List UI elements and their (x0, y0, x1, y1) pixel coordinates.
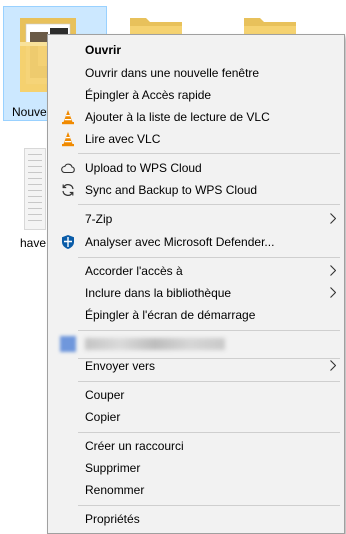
menu-separator (78, 505, 340, 506)
menu-item-label: Accorder l'accès à (85, 264, 183, 278)
menu-item-label: Ajouter à la liste de lecture de VLC (85, 110, 270, 124)
menu-item-blurred[interactable] (48, 333, 344, 355)
menu-item-label: Lire avec VLC (85, 132, 161, 146)
vlc-cone-icon (62, 132, 74, 147)
menu-item-label: Envoyer vers (85, 359, 156, 373)
menu-item-pin-quick-access[interactable]: Épingler à Accès rapide (48, 84, 344, 106)
menu-item-wps-sync[interactable]: Sync and Backup to WPS Cloud (48, 179, 344, 201)
menu-item-label: Épingler à Accès rapide (85, 88, 212, 102)
menu-item-label: Épingler à l'écran de démarrage (85, 308, 256, 322)
chevron-right-icon (330, 287, 336, 298)
menu-item-grant-access[interactable]: Accorder l'accès à (48, 260, 344, 282)
context-menu: Ouvrir Ouvrir dans une nouvelle fenêtre … (47, 34, 345, 534)
menu-item-include-library[interactable]: Inclure dans la bibliothèque (48, 282, 344, 304)
menu-item-rename[interactable]: Renommer (48, 479, 344, 501)
chevron-right-icon (330, 360, 336, 371)
cloud-icon (61, 163, 75, 174)
menu-item-delete[interactable]: Supprimer (48, 457, 344, 479)
document-icon[interactable] (24, 148, 46, 230)
blurred-icon (60, 336, 76, 352)
menu-item-defender-scan[interactable]: Analyser avec Microsoft Defender... (48, 231, 344, 253)
menu-item-label: Copier (85, 410, 121, 424)
menu-separator (78, 204, 340, 205)
menu-separator (78, 330, 340, 331)
menu-item-vlc-add-playlist[interactable]: Ajouter à la liste de lecture de VLC (48, 106, 344, 128)
menu-item-wps-upload[interactable]: Upload to WPS Cloud (48, 157, 344, 179)
menu-separator (78, 432, 340, 433)
menu-item-pin-start[interactable]: Épingler à l'écran de démarrage (48, 304, 344, 326)
menu-separator (78, 153, 340, 154)
menu-item-open-new-window[interactable]: Ouvrir dans une nouvelle fenêtre (48, 62, 344, 84)
menu-item-label: Inclure dans la bibliothèque (85, 286, 232, 300)
menu-separator (78, 257, 340, 258)
chevron-right-icon (330, 213, 336, 224)
menu-item-label: Sync and Backup to WPS Cloud (85, 183, 258, 197)
menu-item-cut[interactable]: Couper (48, 384, 344, 406)
blurred-label (85, 338, 225, 350)
menu-item-label: Analyser avec Microsoft Defender... (85, 235, 275, 249)
sync-icon (62, 184, 74, 196)
menu-item-label: Supprimer (85, 461, 141, 475)
menu-item-label: Ouvrir (85, 43, 122, 57)
vlc-cone-icon (62, 110, 74, 125)
menu-item-properties[interactable]: Propriétés (48, 508, 344, 530)
menu-item-label: Renommer (85, 483, 145, 497)
menu-item-send-to[interactable]: Envoyer vers (48, 355, 344, 377)
menu-item-open[interactable]: Ouvrir (48, 39, 344, 61)
menu-item-label: 7-Zip (85, 212, 113, 226)
menu-item-label: Upload to WPS Cloud (85, 161, 202, 175)
menu-item-label: Créer un raccourci (85, 439, 184, 453)
menu-separator (78, 381, 340, 382)
menu-item-label: Propriétés (85, 512, 140, 526)
menu-item-vlc-play[interactable]: Lire avec VLC (48, 128, 344, 150)
document-label: have (20, 236, 47, 250)
menu-item-copy[interactable]: Copier (48, 406, 344, 428)
menu-item-label: Couper (85, 388, 125, 402)
chevron-right-icon (330, 265, 336, 276)
defender-shield-icon (62, 235, 74, 249)
menu-item-7zip[interactable]: 7-Zip (48, 208, 344, 230)
menu-item-create-shortcut[interactable]: Créer un raccourci (48, 435, 344, 457)
menu-item-label: Ouvrir dans une nouvelle fenêtre (85, 66, 260, 80)
